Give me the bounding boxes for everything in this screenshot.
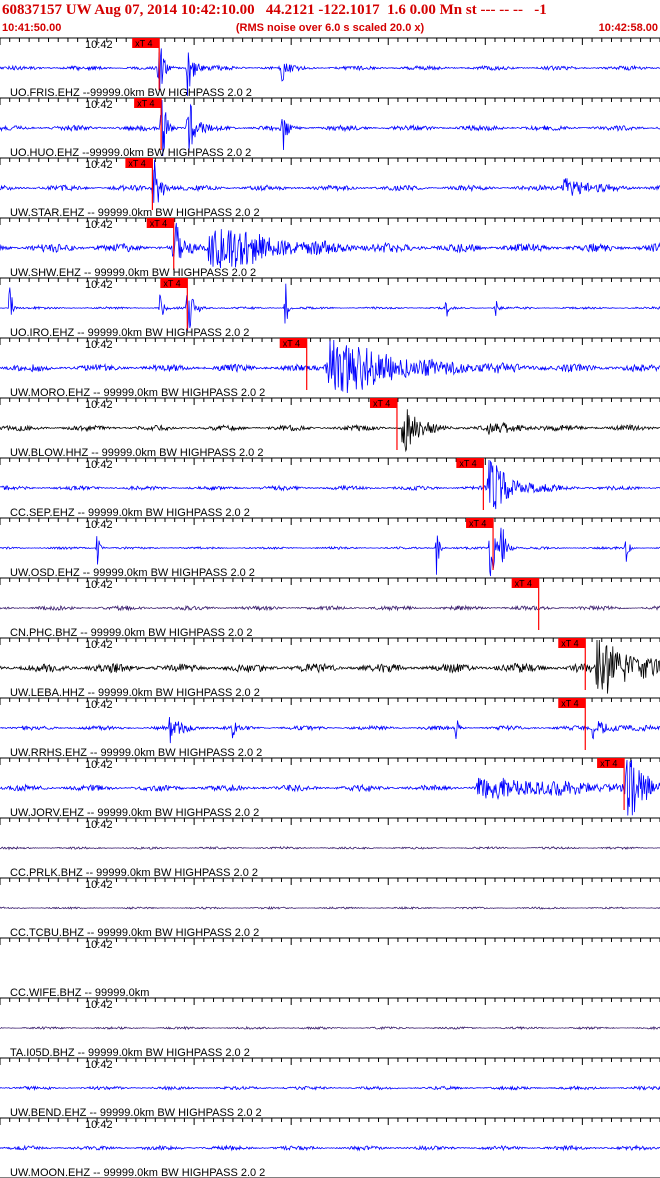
minute-label: 10:42 bbox=[85, 219, 113, 231]
station-label: UW.MORO.EHZ -- 99999.0km BW HIGHPASS 2.0… bbox=[10, 387, 265, 399]
station-panel: 10:42 CC.TCBU.BHZ -- 99999.0km BW HIGHPAS… bbox=[0, 877, 660, 939]
pick-label: xT 4 bbox=[561, 639, 578, 649]
pick-label: xT 4 bbox=[561, 699, 578, 709]
minute-label: 10:42 bbox=[85, 1119, 113, 1131]
station-panel: 10:42 CC.PRLK.BHZ -- 99999.0km BW HIGHPAS… bbox=[0, 817, 660, 879]
minute-label: 10:42 bbox=[85, 1059, 113, 1071]
station-panel: 10:42 xT 4 UW.JORV.EHZ -- 99999.0km BW HIG… bbox=[0, 757, 660, 819]
minute-label: 10:42 bbox=[85, 939, 113, 951]
minute-label: 10:42 bbox=[85, 159, 113, 171]
station-panel: 10:42 xT 4 UW.OSD.EHZ -- 99999.0km BW HIGH… bbox=[0, 517, 660, 579]
station-label: UW.RRHS.EHZ -- 99999.0km BW HIGHPASS 2.0… bbox=[10, 747, 262, 759]
minute-label: 10:42 bbox=[85, 819, 113, 831]
station-panel: 10:42 TA.I05D.BHZ -- 99999.0km BW HIGHPAS… bbox=[0, 997, 660, 1059]
minute-label: 10:42 bbox=[85, 39, 113, 51]
station-label: CC.TCBU.BHZ -- 99999.0km BW HIGHPASS 2.0… bbox=[10, 927, 259, 939]
pick-label: xT 4 bbox=[600, 759, 617, 769]
station-panel: 10:42 xT 4 CN.PHC.BHZ -- 99999.0km BW HIGH… bbox=[0, 577, 660, 639]
station-label: CC.PRLK.BHZ -- 99999.0km BW HIGHPASS 2.0… bbox=[10, 867, 258, 879]
minute-label: 10:42 bbox=[85, 99, 113, 111]
station-label: CC.SEP.EHZ -- 99999.0km BW HIGHPASS 2.0 … bbox=[10, 507, 250, 519]
station-label: UW.LEBA.HHZ -- 99999.0km BW HIGHPASS 2.0… bbox=[10, 687, 260, 699]
station-panel: 10:42 xT 4 UO.HUO.EHZ --99999.0km BW HIGHP… bbox=[0, 97, 660, 159]
seismogram-plot: 10:42 xT 4UO.FRIS.EHZ --99999.0km BW HIGH… bbox=[0, 37, 660, 1178]
minute-label: 10:42 bbox=[85, 879, 113, 891]
minute-label: 10:42 bbox=[85, 759, 113, 771]
minute-label: 10:42 bbox=[85, 339, 113, 351]
station-label: CN.PHC.BHZ -- 99999.0km BW HIGHPASS 2.0 … bbox=[10, 627, 252, 639]
pick-label: xT 4 bbox=[283, 339, 300, 349]
minute-label: 10:42 bbox=[85, 459, 113, 471]
minute-label: 10:42 bbox=[85, 519, 113, 531]
waveform-trace bbox=[0, 845, 660, 851]
station-panel: 10:42 UW.MOON.EHZ -- 99999.0km BW HIGHPAS… bbox=[0, 1117, 660, 1178]
station-label: UW.MOON.EHZ -- 99999.0km BW HIGHPASS 2.0… bbox=[10, 1167, 265, 1178]
station-panel: 10:42 xT 4 UW.BLOW.HHZ -- 99999.0km BW HIG… bbox=[0, 397, 660, 459]
pick-label: xT 4 bbox=[150, 219, 167, 229]
minute-label: 10:42 bbox=[85, 399, 113, 411]
waveform-trace bbox=[0, 905, 660, 910]
station-panel: 10:42 xT 4 UO.IRO.EHZ -- 99999.0km BW HIGH… bbox=[0, 277, 660, 339]
waveform-trace bbox=[0, 716, 660, 744]
waveform-trace bbox=[0, 1025, 660, 1031]
station-label: UW.BLOW.HHZ -- 99999.0km BW HIGHPASS 2.0… bbox=[10, 447, 263, 459]
waveform-trace bbox=[0, 1144, 660, 1152]
minute-label: 10:42 bbox=[85, 279, 113, 291]
minute-label: 10:42 bbox=[85, 639, 113, 651]
station-panel: 10:42 xT 4 UW.MORO.EHZ -- 99999.0km BW HIG… bbox=[0, 337, 660, 399]
station-label: UW.BEND.EHZ -- 99999.0km BW HIGHPASS 2.0… bbox=[10, 1107, 262, 1119]
station-label: UW.JORV.EHZ -- 99999.0km BW HIGHPASS 2.0… bbox=[10, 807, 259, 819]
station-panel: 10:42 xT 4 CC.SEP.EHZ -- 99999.0km BW HIGH… bbox=[0, 457, 660, 519]
station-panel: 10:42 CC.WIFE.BHZ -- 99999.0km bbox=[0, 937, 660, 999]
station-panel: 10:42 UW.BEND.EHZ -- 99999.0km BW HIGHPAS… bbox=[0, 1057, 660, 1119]
station-label: UO.IRO.EHZ -- 99999.0km BW HIGHPASS 2.0 … bbox=[10, 327, 249, 339]
pick-label: xT 4 bbox=[373, 399, 390, 409]
pick-label: xT 4 bbox=[137, 99, 154, 109]
station-panel: 10:42 xT 4 UW.RRHS.EHZ -- 99999.0km BW HIG… bbox=[0, 697, 660, 759]
pick-label: xT 4 bbox=[459, 459, 476, 469]
station-label: TA.I05D.BHZ -- 99999.0km BW HIGHPASS 2.0… bbox=[10, 1047, 250, 1059]
pick-label: xT 4 bbox=[515, 579, 532, 589]
pick-label: xT 4 bbox=[135, 39, 152, 49]
station-label: UW.OSD.EHZ -- 99999.0km BW HIGHPASS 2.0 … bbox=[10, 567, 255, 579]
station-label: UO.HUO.EHZ --99999.0km BW HIGHPASS 2.0 2 bbox=[10, 147, 251, 159]
pick-label: xT 4 bbox=[128, 159, 145, 169]
pick-label: xT 4 bbox=[469, 519, 486, 529]
waveform-trace bbox=[0, 409, 660, 453]
station-panel: 10:42 xT 4 UW.LEBA.HHZ -- 99999.0km BW HIG… bbox=[0, 637, 660, 699]
pick-label: xT 4 bbox=[163, 279, 180, 289]
station-panel: 10:42 xT 4 UO.FRIS.EHZ --99999.0km BW HIGH… bbox=[0, 37, 660, 99]
station-panel: 10:42 xT 4 UW.SHW.EHZ -- 99999.0km BW HIGH… bbox=[0, 217, 660, 279]
minute-label: 10:42 bbox=[85, 999, 113, 1011]
minute-label: 10:42 bbox=[85, 699, 113, 711]
station-label: UW.SHW.EHZ -- 99999.0km BW HIGHPASS 2.0 … bbox=[10, 267, 256, 279]
waveform-trace bbox=[0, 604, 660, 612]
station-panel: 10:42 xT 4 UW.STAR.EHZ -- 99999.0km BW HIG… bbox=[0, 157, 660, 219]
waveform-trace bbox=[0, 1085, 660, 1092]
station-label: UW.STAR.EHZ -- 99999.0km BW HIGHPASS 2.0… bbox=[10, 207, 260, 219]
minute-label: 10:42 bbox=[85, 579, 113, 591]
station-label: UO.FRIS.EHZ --99999.0km BW HIGHPASS 2.0 … bbox=[10, 87, 252, 99]
station-label: CC.WIFE.BHZ -- 99999.0km bbox=[10, 987, 149, 999]
